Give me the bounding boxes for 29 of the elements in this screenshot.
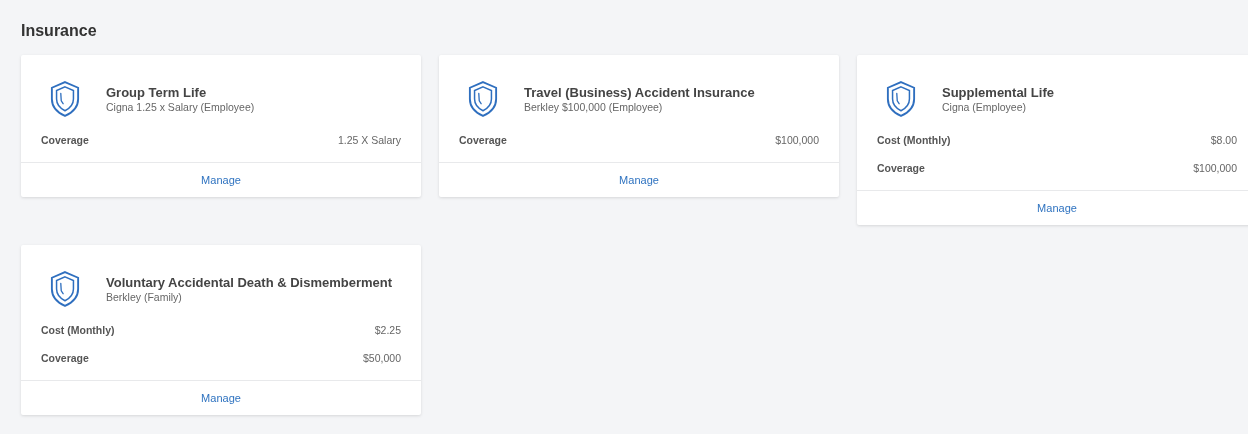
field-label: Coverage xyxy=(41,134,89,146)
field-value: $100,000 xyxy=(1193,162,1237,174)
field-value: $8.00 xyxy=(1210,134,1237,146)
field-value: $100,000 xyxy=(775,134,819,146)
section-title: Insurance xyxy=(21,21,98,41)
plan-title: Voluntary Accidental Death & Dismemberment xyxy=(106,274,393,291)
field-value: 1.25 X Salary xyxy=(337,134,401,146)
field-label: Coverage xyxy=(41,352,89,364)
field-label: Coverage xyxy=(877,162,925,174)
shield-icon xyxy=(50,270,80,308)
manage-link[interactable]: Manage xyxy=(1037,202,1077,214)
plan-subtitle: Cigna (Employee) xyxy=(942,101,1027,114)
shield-icon xyxy=(886,80,916,118)
plan-title: Group Term Life xyxy=(106,84,207,101)
plan-subtitle: Berkley (Family) xyxy=(106,291,182,304)
manage-link[interactable]: Manage xyxy=(201,174,241,186)
field-value: $2.25 xyxy=(374,324,401,336)
field-label: Cost (Monthly) xyxy=(41,324,115,336)
manage-link[interactable]: Manage xyxy=(619,174,659,186)
plan-subtitle: Cigna 1.25 x Salary (Employee) xyxy=(106,101,255,114)
field-label: Cost (Monthly) xyxy=(877,134,951,146)
shield-icon xyxy=(50,80,80,118)
field-value: $50,000 xyxy=(363,352,401,364)
shield-icon xyxy=(468,80,498,118)
manage-link[interactable]: Manage xyxy=(201,392,241,404)
plan-title: Supplemental Life xyxy=(942,84,1054,101)
plan-subtitle: Berkley $100,000 (Employee) xyxy=(524,101,663,114)
field-label: Coverage xyxy=(459,134,507,146)
plan-title: Travel (Business) Accident Insurance xyxy=(524,84,755,101)
